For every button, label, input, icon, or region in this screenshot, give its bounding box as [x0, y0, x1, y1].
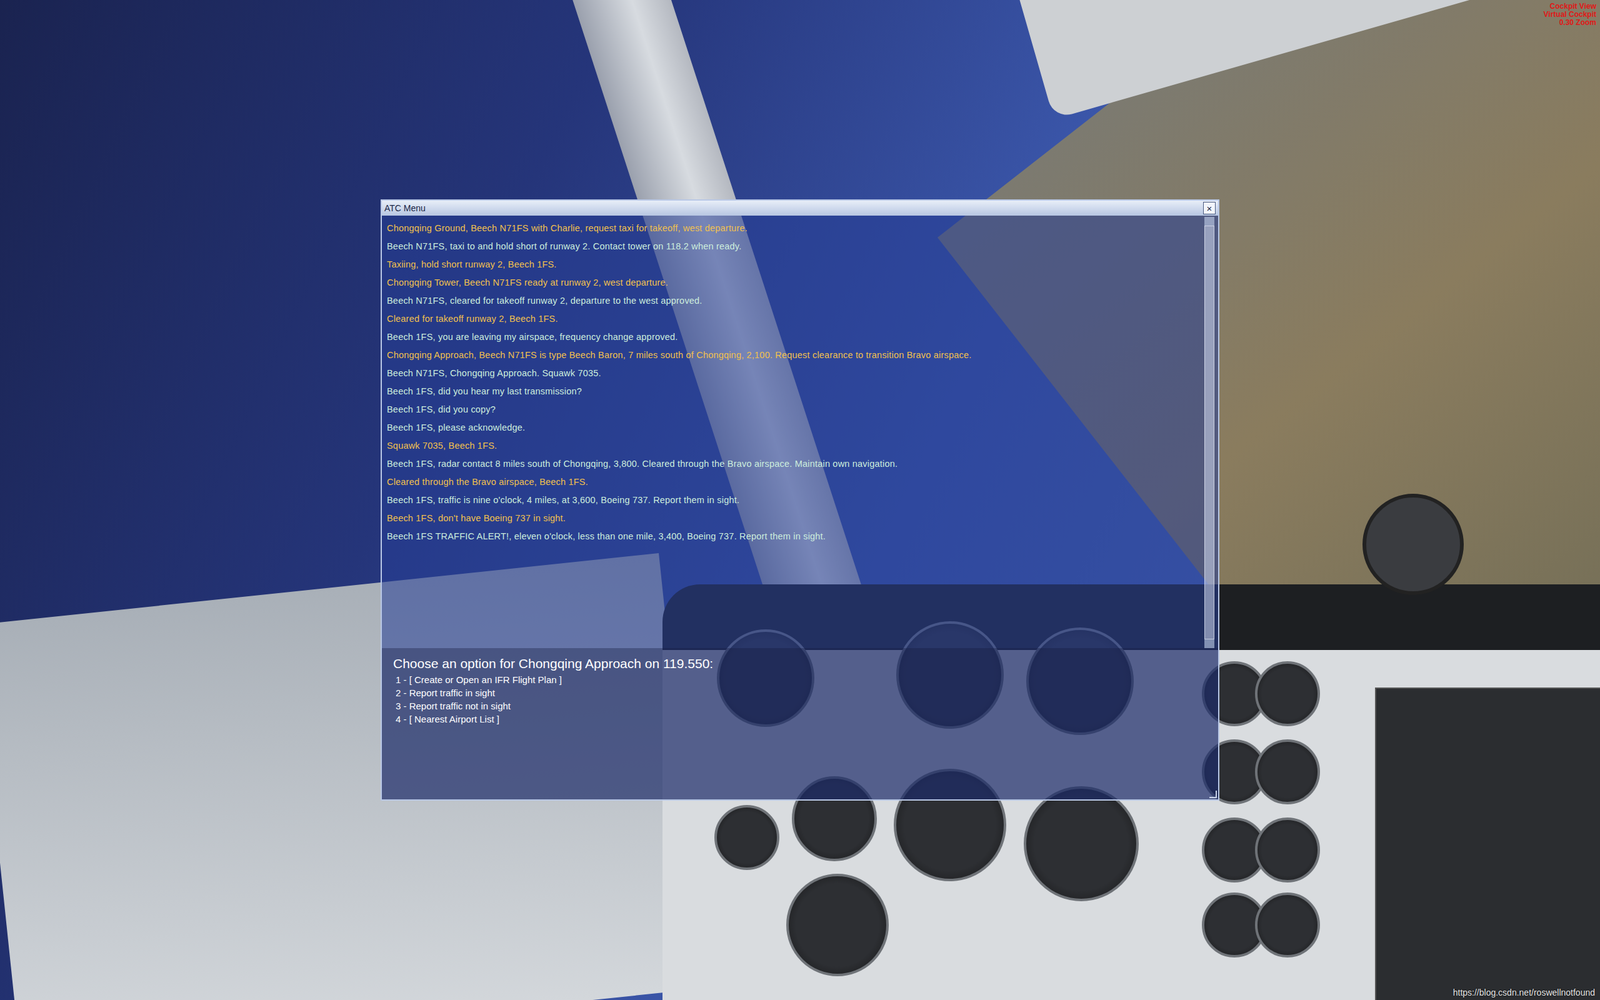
option[interactable]: 4 - [ Nearest Airport List ] [393, 712, 1207, 726]
message: Beech 1FS, please acknowledge. [386, 418, 1205, 437]
message: Cleared through the Bravo airspace, Beec… [386, 473, 1205, 492]
view-info-line: Cockpit View [1543, 2, 1597, 11]
message: Beech 1FS, radar contact 8 miles south o… [386, 455, 1205, 474]
gauge-icon [1255, 892, 1320, 958]
message: Chongqing Ground, Beech N71FS with Charl… [386, 219, 1205, 238]
message: Beech N71FS, Chongqing Approach. Squawk … [386, 364, 1205, 383]
compass-icon [1362, 493, 1464, 595]
gauge-icon [1023, 786, 1139, 902]
message: Beech 1FS TRAFFIC ALERT!, eleven o'clock… [386, 527, 1205, 546]
message: Taxiing, hold short runway 2, Beech 1FS. [386, 255, 1205, 274]
gauge-icon [1255, 661, 1320, 727]
view-info-line: Virtual Cockpit [1543, 10, 1597, 19]
resize-grip-icon[interactable] [1209, 790, 1217, 799]
close-button[interactable]: × [1203, 201, 1216, 215]
scroll-thumb[interactable] [1204, 225, 1215, 640]
message: Beech 1FS, did you copy? [386, 400, 1205, 419]
gauge-icon [714, 805, 780, 870]
prompt: Choose an option for Chongqing Approach … [393, 655, 1207, 672]
message: Beech 1FS, did you hear my last transmis… [386, 382, 1205, 401]
view-info: Cockpit ViewVirtual Cockpit0.30 Zoom [1543, 2, 1597, 27]
watermark: https://blog.csdn.net/roswellnotfound [1453, 987, 1595, 998]
message: Beech 1FS, you are leaving my airspace, … [386, 328, 1205, 347]
message: Beech N71FS, taxi to and hold short of r… [386, 237, 1205, 256]
message: Squawk 7035, Beech 1FS. [386, 436, 1205, 455]
atc-window[interactable]: ATC Menu × Chongqing Ground, Beech N71FS w… [380, 199, 1220, 801]
option[interactable]: 2 - Report traffic in sight [393, 686, 1207, 700]
option[interactable]: 1 - [ Create or Open an IFR Flight Plan … [393, 673, 1207, 687]
window-title: ATC Menu [384, 203, 426, 214]
gauge-icon [1255, 739, 1320, 805]
message: Cleared for takeoff runway 2, Beech 1FS. [386, 310, 1205, 329]
scroll-track[interactable] [1204, 225, 1215, 640]
message: Chongqing Approach, Beech N71FS is type … [386, 346, 1205, 365]
message: Beech 1FS, traffic is nine o'clock, 4 mi… [386, 491, 1205, 510]
message: Chongqing Tower, Beech N71FS ready at ru… [386, 273, 1205, 292]
title-bar[interactable]: ATC Menu × [381, 200, 1219, 216]
radio-stack [1375, 687, 1600, 1000]
view-info-line: 0.30 Zoom [1543, 18, 1597, 27]
gauge-icon [786, 873, 889, 977]
gauge-icon [1255, 817, 1320, 883]
scroll-up-icon[interactable] [1204, 216, 1215, 226]
message-list: Chongqing Ground, Beech N71FS with Charl… [386, 216, 1205, 649]
message: Beech N71FS, cleared for takeoff runway … [386, 291, 1205, 310]
cockpit-scene: Cockpit ViewVirtual Cockpit0.30 Zoom ATC … [0, 0, 1600, 1000]
message: Beech 1FS, don't have Boeing 737 in sigh… [386, 509, 1205, 528]
scroll-down-icon[interactable] [1204, 639, 1215, 649]
option[interactable]: 3 - Report traffic not in sight [393, 699, 1207, 713]
options-area: Choose an option for Chongqing Approach … [381, 648, 1219, 800]
message-log: Chongqing Ground, Beech N71FS with Charl… [381, 215, 1219, 649]
scrollbar[interactable] [1204, 216, 1215, 649]
